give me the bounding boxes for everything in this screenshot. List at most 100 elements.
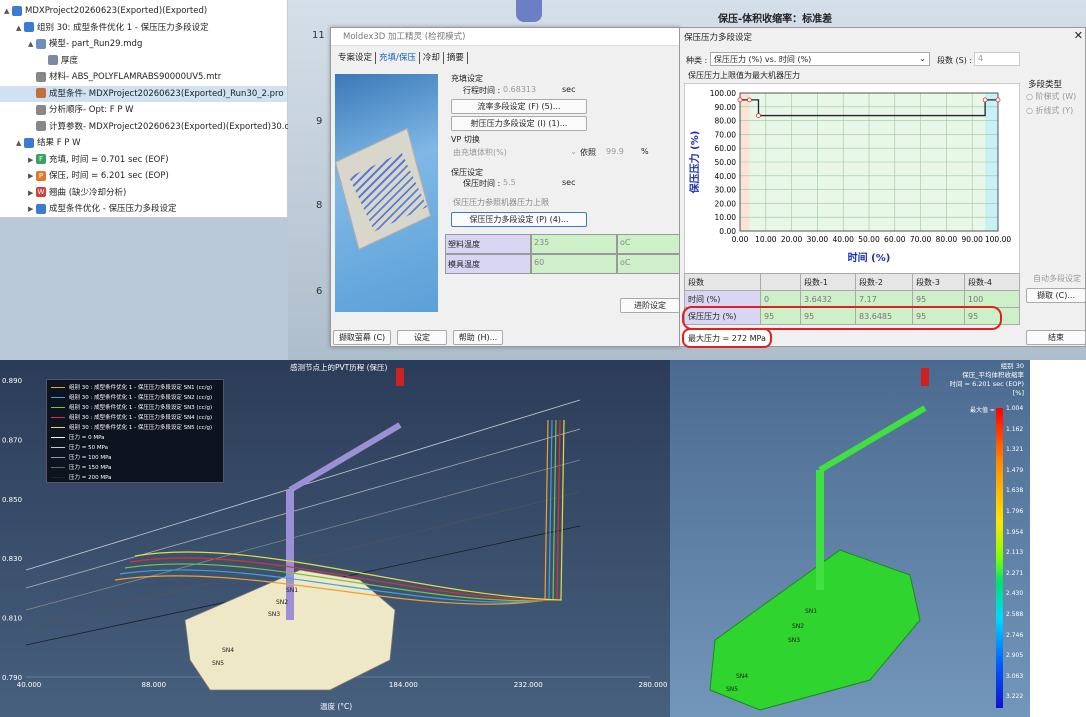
auto-multi-button[interactable]: 自动多段设定 [1033,273,1081,284]
tab-fill-pack[interactable]: 充填/保压 [376,52,420,64]
finish-button[interactable]: 结束 [1026,330,1086,345]
vp-basis-input[interactable]: 99.9 [606,147,624,156]
expand-toggle-icon[interactable]: ▶ [28,185,36,201]
segments-label: 段数 (S) : [937,56,973,65]
pressure-chart: 0.00 10.00 20.00 30.00 40.00 50.00 60.00 70.00 8… [684,83,1020,293]
tree-item[interactable]: ▶ W 翘曲 (缺少冷却分析) [0,185,287,201]
pack-time-input[interactable]: 5.5 [503,178,516,187]
tree-item[interactable]: 计算参数- MDXProject20260623(Exported)(Expor… [0,119,302,135]
melt-temp-input[interactable]: 235 [531,234,617,254]
close-icon[interactable]: ✕ [1074,29,1083,42]
type-value: 保压压力 (%) vs. 时间 (%) [714,55,812,64]
y-tick-label: 80.00 [715,117,737,126]
tree-item[interactable]: 成型条件- MDXProject20260623(Exported)_Run30… [0,85,287,102]
pvt-legend-item: 组别 30 : 成型条件优化 1 - 保压压力多段设定 SN5 (cc/g) [51,423,212,431]
pack-multi-button[interactable]: 保压压力多段设定 (P) (4)... [451,212,587,227]
result-group: 组别 30 [1000,362,1024,370]
chevron-down-icon: ⌄ [570,147,577,156]
multi-type-title: 多段类型 [1028,80,1063,90]
tree-item[interactable]: ▲ 模型- part_Run29.mdg [0,36,287,52]
expand-toggle-icon[interactable]: ▶ [28,168,36,184]
inj-pressure-button[interactable]: 射压压力多段设定 (I) (1)... [451,116,587,131]
table-cell[interactable]: 0 [760,290,801,308]
table-cell[interactable]: 95 [912,290,965,308]
tree-item-label: 充填, 时间 = 0.701 sec (EOF) [49,154,169,165]
tree-item[interactable]: ▶ 成型条件优化 - 保压压力多段设定 [0,201,287,217]
tree-item[interactable]: ▲ 结果 F P W [0,135,287,151]
expand-toggle-icon[interactable]: ▲ [4,3,12,19]
y-tick-label: 60.00 [715,144,737,153]
tree-item-label: MDXProject20260623(Exported)(Exported) [25,6,208,16]
pvt-y-tick: 0.870 [2,436,22,444]
pvt-xlabel: 温度 (°C) [320,702,353,711]
tab-project[interactable]: 专案设定 [335,52,377,64]
mold-temp-input[interactable]: 60 [531,254,617,274]
scale-tick-label: 3.063 [1006,672,1024,680]
legend-swatch [51,406,65,409]
legend-swatch [51,466,65,469]
table-header [760,273,801,291]
pvt-runner [288,422,402,493]
fill-time-input[interactable]: 0.68313 [503,85,536,94]
scale-tick-label: 1.638 [1006,487,1024,495]
help-button[interactable]: 帮助 (H)... [453,330,503,345]
expand-toggle-icon[interactable]: ▲ [16,20,24,36]
radio-step[interactable]: ○ 阶梯式 (W) [1026,91,1076,102]
table-cell[interactable]: 100 [964,290,1020,308]
segments-input[interactable]: 4 [974,52,1020,66]
type-select[interactable]: 保压压力 (%) vs. 时间 (%) ⌄ [710,52,930,66]
fetch-button[interactable]: 撷取 (C)... [1026,288,1086,303]
tree-item[interactable]: ▲ 组别 30: 成型条件优化 1 - 保压压力多段设定 [0,20,287,36]
pressure-point[interactable] [995,97,1001,103]
legend-label: 压力 = 200 MPa [69,475,112,481]
y-tick-label: 70.00 [715,130,737,139]
pressure-point[interactable] [756,113,761,118]
tree-node-icon [36,38,46,49]
tree-item[interactable]: ▶ F 充填, 时间 = 0.701 sec (EOF) [0,152,287,168]
expand-toggle-icon[interactable]: ▲ [28,36,36,52]
result-time: 时间 = 6.201 sec (EOP) [949,380,1025,388]
pressure-point[interactable] [982,97,988,103]
advanced-button[interactable]: 进阶设定 [620,298,680,313]
x-tick-label: 60.00 [884,235,906,244]
max-value-label: 最大值 = [970,407,995,414]
table-cell[interactable]: 3.6432 [800,290,856,308]
runner-shape [516,0,542,22]
top-title: 保压-体积收缩率：标准差 [718,14,833,25]
settings-button[interactable]: 设定 [397,330,447,345]
y-tick-label: 90.00 [715,103,737,112]
pressure-point[interactable] [737,97,743,103]
scale-tick-label: 1.796 [1006,508,1024,515]
legend-swatch [51,446,65,449]
tab-summary[interactable]: 摘要 [444,52,468,64]
expand-toggle-icon[interactable]: ▲ [16,135,24,151]
legend-label: 压力 = 0 MPa [69,435,105,441]
pvt-nozzle [396,368,404,386]
table-cell[interactable]: 7.17 [855,290,913,308]
pack-time-label: 保压时间 : [463,179,501,188]
radio-line-label: 折线式 (Y) [1035,106,1074,115]
y-tick-label: 20.00 [715,199,737,208]
tree-item[interactable]: ▲ MDXProject20260623(Exported)(Exported) [0,3,287,19]
expand-toggle-icon[interactable]: ▶ [28,201,36,217]
tree-item[interactable]: 厚度 [0,53,287,69]
vp-mode-select[interactable]: 由充填体积(%) ⌄ [453,147,577,158]
legend-label: 组别 30 : 成型条件优化 1 - 保压压力多段设定 SN2 (cc/g) [69,395,213,401]
tab-cooling[interactable]: 冷却 [420,52,444,64]
tree-item[interactable]: 材料- ABS_POLYFLAMRABS90000UV5.mtr [0,69,287,85]
tree-item[interactable]: 分析顺序- Opt: F P W [0,102,287,118]
tree-node-icon [12,5,22,16]
flow-rate-button[interactable]: 流率多段设定 (F) (5)... [451,99,587,114]
pressure-point[interactable] [746,97,752,103]
shrinkage-result-panel: SN1 SN2 SN3 SN4 SN5 组别 30 保压_平均体积收缩率 时间 = 6.… [670,360,1030,717]
capture-screen-button[interactable]: 撷取萤幕 (C) [333,330,391,345]
tree-node-icon: W [36,187,46,197]
tree-item[interactable]: ▶ P 保压, 时间 = 6.201 sec (EOP) [0,168,287,184]
pvt-legend-item: 压力 = 100 MPa [51,453,112,461]
tree-item-label: 组别 30: 成型条件优化 1 - 保压压力多段设定 [37,22,209,33]
tree-item-label: 材料- ABS_POLYFLAMRABS90000UV5.mtr [49,72,222,82]
radio-line[interactable]: ○ 折线式 (Y) [1026,105,1073,116]
x-tick-label: 40.00 [832,235,854,244]
expand-toggle-icon[interactable]: ▶ [28,152,36,168]
pvt-legend-item: 压力 = 0 MPa [51,433,105,441]
